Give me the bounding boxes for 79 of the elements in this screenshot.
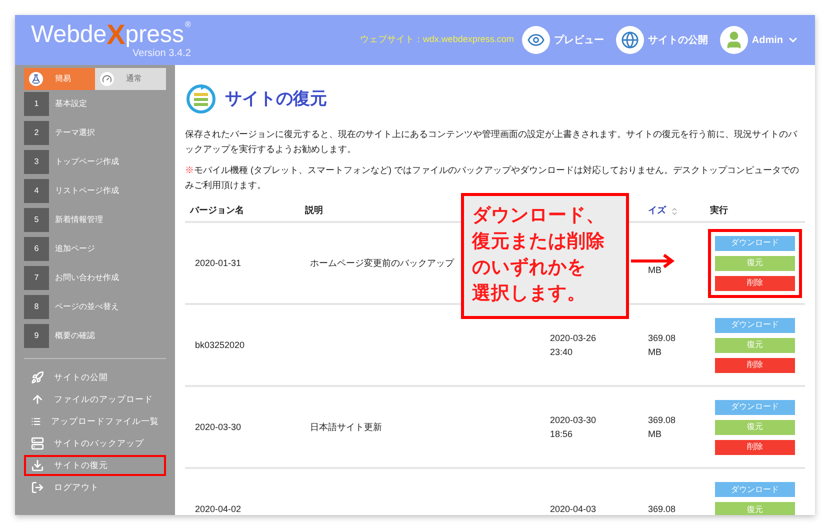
date-cell-text: 2020-03-30 [549, 414, 598, 427]
column-header: 実行 [705, 201, 805, 223]
globe-icon [616, 26, 644, 54]
version-name: 2020-03-30 [194, 421, 242, 434]
step-item[interactable]: リストページ作成 [55, 185, 119, 197]
callout-box: ダウンロード、 復元または削除 のいずれかを 選択します。 [461, 193, 629, 319]
list-icon [31, 415, 41, 428]
date-cell-text: 2020-04-03 [549, 503, 598, 515]
size-cell-text: 369.08 [648, 503, 677, 515]
logout-icon [31, 481, 44, 494]
download-button[interactable]: ダウンロード [715, 482, 795, 497]
description-cell-text: 日本語サイト更新 [309, 421, 382, 434]
gauge-icon [100, 72, 114, 86]
step-item[interactable]: 新着情報管理 [55, 214, 103, 226]
menu-item[interactable]: サイトの復元 [24, 455, 166, 476]
nav-button[interactable]: プレビュー [522, 26, 604, 54]
version-name: 2020-01-31 [194, 257, 242, 270]
step-number: 2 [24, 121, 49, 145]
size-unit: MB [648, 264, 662, 277]
column-header: バージョン名 [185, 201, 300, 223]
download-button[interactable]: ダウンロード [715, 318, 795, 332]
restore-button[interactable]: 復元 [715, 338, 795, 352]
download-button[interactable]: ダウンロード [715, 400, 795, 414]
mode-tab[interactable]: 通常 [95, 68, 166, 90]
size-unit: MB [648, 346, 662, 359]
size-cell-text: 369.08 [648, 414, 677, 427]
step-number: 3 [24, 150, 49, 174]
step-item[interactable]: ページの並べ替え [55, 301, 119, 313]
delete-button[interactable]: 削除 [715, 440, 795, 454]
step-item[interactable]: 追加ページ [55, 243, 95, 255]
step-number: 4 [24, 179, 49, 203]
size-cell-text: 369.08 [648, 332, 677, 345]
annotation-arrow [631, 254, 675, 268]
step-number: 6 [24, 237, 49, 261]
page-title: サイトの復元 [225, 88, 327, 110]
step-number: 1 [24, 92, 49, 116]
menu-item[interactable]: サイトの公開 [24, 367, 166, 388]
avatar-icon [720, 26, 748, 54]
date-cell-text: 2020-03-26 [549, 332, 598, 345]
sort-icon [670, 206, 679, 216]
step-item[interactable]: 概要の確認 [55, 330, 95, 342]
website-url[interactable]: ウェブサイト：wdx.webdexpress.com [360, 33, 514, 47]
download-icon [31, 459, 44, 472]
step-number: 9 [24, 324, 49, 348]
delete-button[interactable]: 削除 [715, 276, 795, 290]
upload-icon [31, 393, 44, 406]
step-item[interactable]: テーマ選択 [55, 127, 95, 139]
nav-button[interactable]: サイトの公開 [616, 26, 708, 54]
menu-item[interactable]: ファイルのアップロード [24, 389, 166, 410]
time-cell-text: 23:40 [549, 346, 574, 359]
download-button[interactable]: ダウンロード [715, 236, 795, 250]
menu-item[interactable]: ログアウト [24, 477, 166, 498]
description-cell-text: ホームページ変更前のバックアップ [309, 257, 454, 270]
step-item[interactable]: トップページ作成 [55, 156, 119, 168]
version-name: 2020-04-02 [194, 503, 242, 515]
menu-item[interactable]: アップロードファイル一覧 [24, 411, 166, 432]
step-number: 5 [24, 208, 49, 232]
step-item[interactable]: お問い合わせ作成 [55, 272, 119, 284]
restore-icon [185, 83, 217, 115]
restore-button[interactable]: 復元 [715, 420, 795, 434]
flask-icon [29, 72, 43, 86]
delete-button[interactable]: 削除 [715, 358, 795, 372]
version-name: bk03252020 [194, 339, 245, 352]
step-number: 7 [24, 266, 49, 290]
step-item[interactable]: 基本設定 [55, 98, 87, 110]
restore-button[interactable]: 復元 [715, 256, 795, 270]
restore-button[interactable]: 復元 [715, 502, 795, 515]
menu-item[interactable]: サイトのバックアップ [24, 433, 166, 454]
size-unit: MB [648, 428, 662, 441]
time-cell-text: 18:56 [549, 428, 574, 441]
note-text: ※モバイル機種 (タブレット、スマートフォンなど) ではファイルのバックアップやダウンロードは対応しておりません。デスクトップコンピュータでのみご利用頂けます。 [185, 164, 800, 192]
step-number: 8 [24, 295, 49, 319]
preview-icon [522, 26, 550, 54]
logo[interactable]: WebdeXpress® Version 3.4.2 [31, 19, 191, 61]
backup-icon [31, 437, 44, 450]
description-text: 保存されたバージョンに復元すると、現在のサイト上にあるコンテンツや管理画面の設定が上書きされます。サイトの復元を行う前に、現況サイトのバックアップを実行するようお勧めします。 [185, 128, 798, 156]
rocket-icon [31, 371, 44, 384]
user-menu[interactable]: Admin [720, 26, 799, 54]
mode-tab[interactable]: 簡易 [24, 68, 95, 90]
